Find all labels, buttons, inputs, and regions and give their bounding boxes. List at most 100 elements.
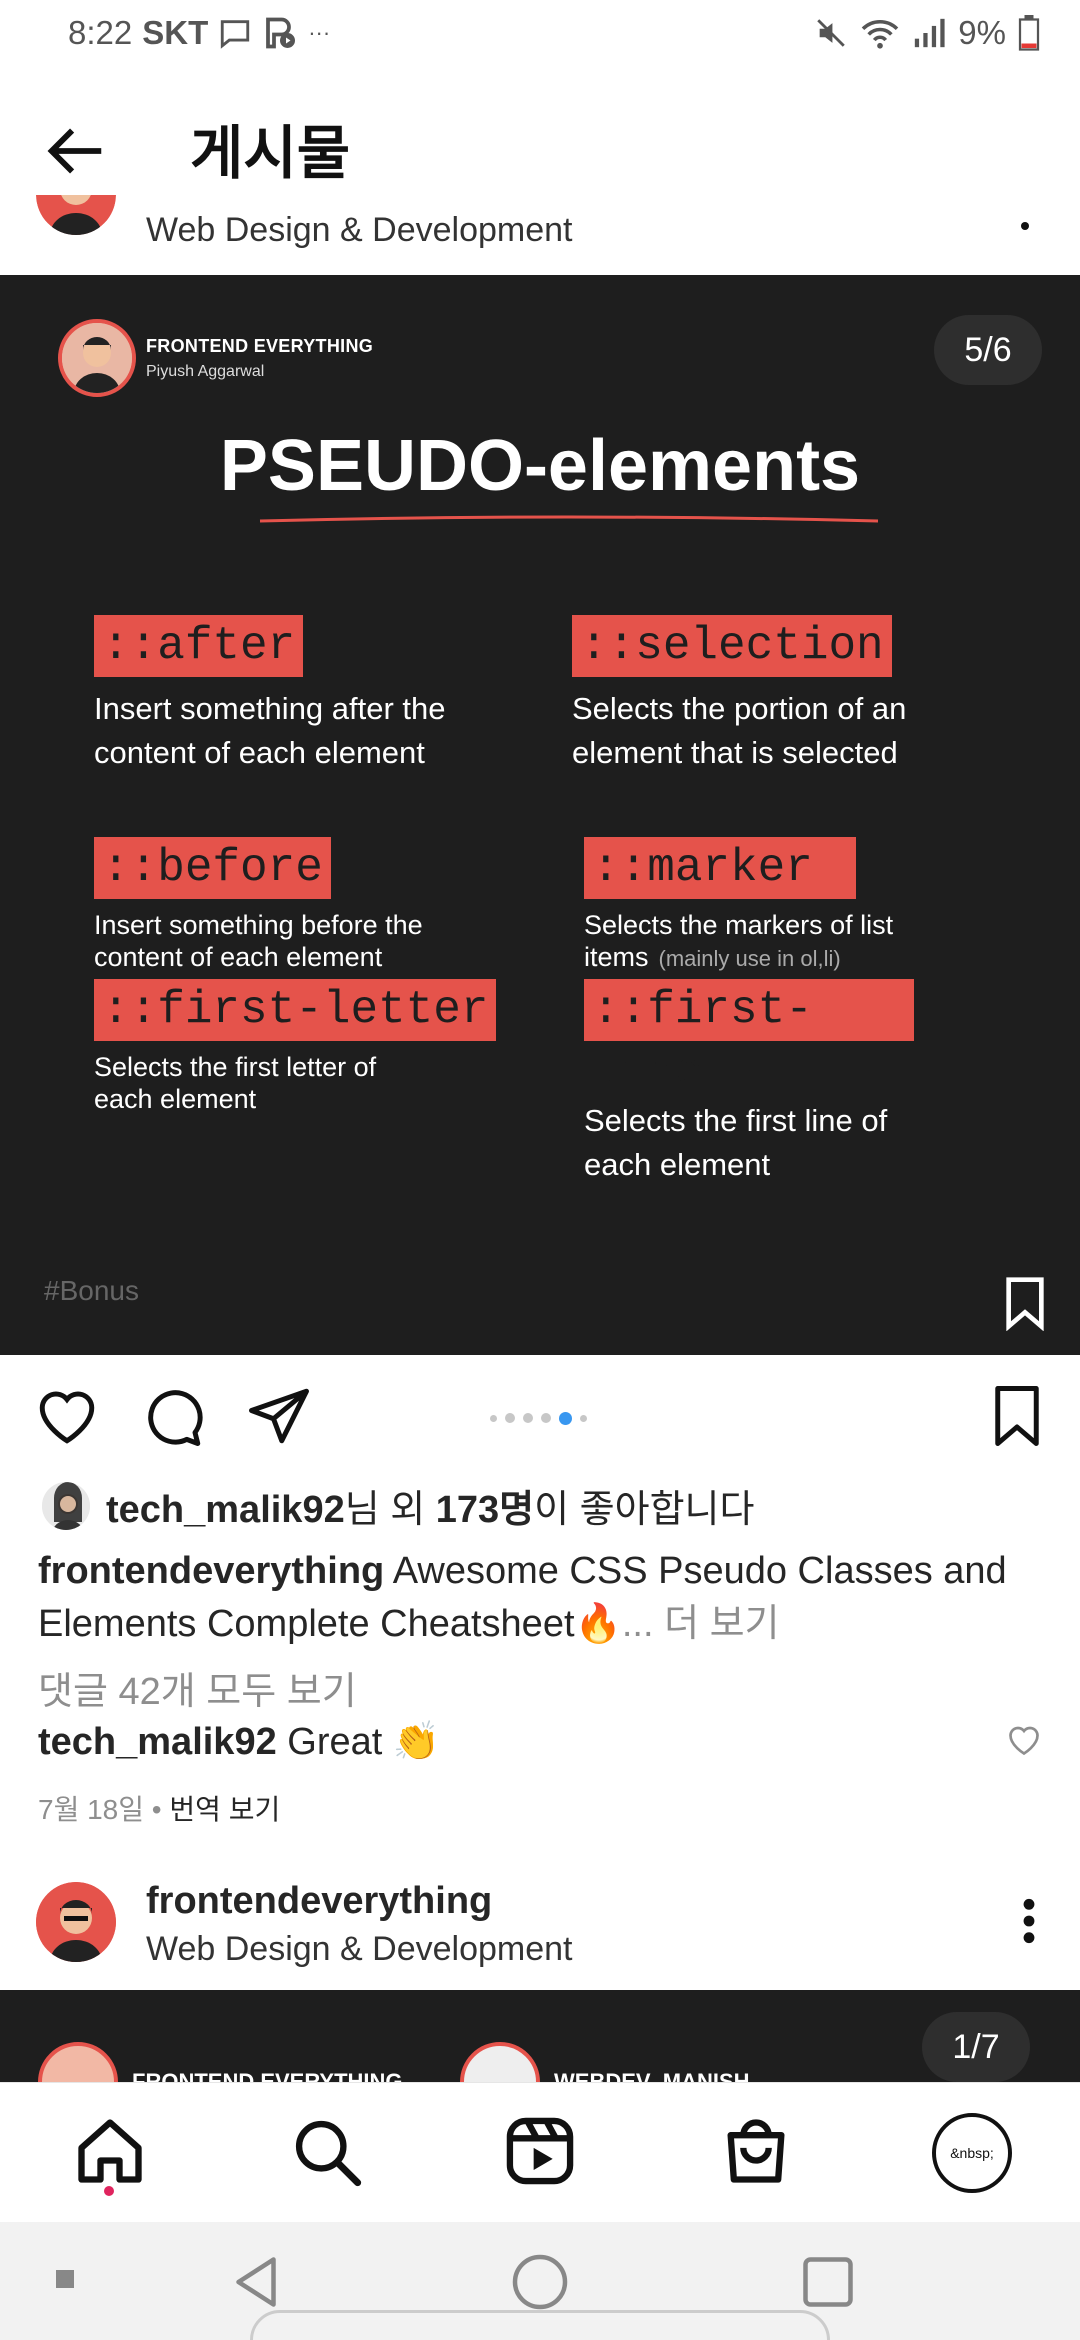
gesture-handle[interactable] — [250, 2310, 830, 2340]
save-bookmark-icon[interactable] — [984, 1383, 1050, 1449]
carousel-dot — [523, 1413, 533, 1423]
comment-text: Great 👏 — [276, 1721, 441, 1763]
bottom-nav: &nbsp; — [0, 2082, 1080, 2222]
brand-name: FRONTEND EVERYTHING — [146, 335, 374, 356]
post-caption: frontendeverything Awesome CSS Pseudo Cl… — [38, 1545, 1048, 1651]
pseudo-tag: ::before — [94, 837, 331, 899]
pseudo-desc: Selects the first line of each element — [584, 1103, 888, 1182]
pseudo-tag: ::first-letter — [94, 979, 497, 1041]
pseudo-item-marker: ::marker Selects the markers of list ite… — [584, 837, 984, 975]
profile-avatar[interactable]: &nbsp; — [932, 2113, 1012, 2193]
status-carrier: SKT — [142, 14, 209, 51]
post-date: 7월 18일 — [38, 1794, 145, 1825]
slide-brand: FRONTEND EVERYTHING Piyush Aggarwal — [58, 319, 373, 397]
carousel-dot — [580, 1415, 587, 1422]
post-carousel-image[interactable]: FRONTEND EVERYTHING Piyush Aggarwal 5/6 … — [0, 275, 1080, 1355]
caption-username[interactable]: frontendeverything — [38, 1550, 384, 1592]
next-brand-1: FRONTEND EVERYTHING — [38, 2042, 403, 2082]
system-home-icon[interactable] — [510, 2252, 570, 2317]
carousel-dot — [541, 1413, 551, 1423]
pseudo-desc: Insert something after the content of ea… — [94, 691, 446, 770]
carousel-dot — [505, 1413, 515, 1423]
meta-separator: • — [144, 1794, 170, 1825]
caption-more-link[interactable]: ... 더 보기 — [622, 1603, 780, 1645]
likes-count[interactable]: 173명 — [436, 1489, 534, 1531]
system-recents-icon[interactable] — [798, 2252, 858, 2317]
home-icon[interactable] — [72, 2113, 148, 2189]
search-icon[interactable] — [288, 2113, 364, 2189]
slide-bookmark-icon — [1000, 1275, 1050, 1332]
next-brand-2: WEBDEV_MANISH — [460, 2042, 750, 2082]
like-heart-icon[interactable] — [34, 1383, 100, 1449]
post-actions — [0, 1355, 1080, 1475]
see-translation-link[interactable]: 번역 보기 — [169, 1794, 280, 1825]
pseudo-item-after: ::after Insert something after the conte… — [94, 615, 534, 775]
view-all-comments-link[interactable]: 댓글 42개 모두 보기 — [38, 1660, 357, 1715]
app-header: 게시물 — [0, 66, 1080, 216]
brand-avatar — [460, 2042, 540, 2082]
home-notification-dot — [104, 2186, 114, 2196]
slide-title: PSEUDO-elements — [219, 426, 861, 506]
pseudo-tag: ::selection — [572, 615, 892, 677]
avatar[interactable] — [36, 195, 116, 235]
comment-icon[interactable] — [140, 1383, 206, 1449]
next-post-carousel-image[interactable]: FRONTEND EVERYTHING WEBDEV_MANISH 1/7 — [0, 1990, 1080, 2082]
next-post-username[interactable]: frontendeverything — [146, 1880, 492, 1923]
system-dot-icon — [56, 2270, 76, 2295]
liker-username[interactable]: tech_malik92 — [106, 1489, 345, 1531]
shop-icon[interactable] — [718, 2113, 794, 2189]
post-subtitle: Web Design & Development — [146, 211, 573, 249]
next-post-subtitle: Web Design & Development — [146, 1930, 573, 1968]
caption-emoji: 🔥 — [574, 1603, 622, 1645]
media-play-icon — [262, 15, 298, 51]
brand-avatar — [58, 319, 136, 397]
carousel-dots — [490, 1412, 587, 1425]
post-meta: 7월 18일 • 번역 보기 — [38, 1788, 280, 1828]
pseudo-note: (mainly use in ol,li) — [658, 946, 841, 971]
brand-author: Piyush Aggarwal — [146, 362, 265, 380]
next-brand-1-name: FRONTEND EVERYTHING — [132, 2069, 403, 2082]
pseudo-desc: Selects the portion of an element that i… — [572, 691, 907, 770]
comment-username[interactable]: tech_malik92 — [38, 1721, 277, 1763]
slide-counter: 5/6 — [934, 315, 1042, 385]
top-comment: tech_malik92 Great 👏 — [38, 1720, 440, 1764]
status-time: 8:22 — [68, 14, 133, 51]
pseudo-tag: ::first-line — [584, 979, 914, 1098]
carousel-dot — [490, 1415, 497, 1422]
reels-icon[interactable] — [502, 2113, 578, 2189]
status-more: ··· — [308, 20, 331, 45]
brand-avatar — [38, 2042, 118, 2082]
liker-avatar — [40, 1479, 92, 1532]
comment-like-heart-icon[interactable] — [1006, 1722, 1042, 1758]
pseudo-desc: Selects the first letter of each element — [94, 1052, 377, 1114]
page-title: 게시물 — [190, 121, 351, 186]
profile-label: &nbsp; — [950, 2145, 994, 2161]
pseudo-tag: ::after — [94, 615, 304, 677]
pseudo-tag: ::marker — [584, 837, 856, 899]
slide-hashtag: #Bonus — [44, 1275, 139, 1306]
likes-suffix: 이 좋아합니다 — [534, 1489, 755, 1531]
pseudo-item-selection: ::selection Selects the portion of an el… — [572, 615, 972, 775]
likes-summary[interactable]: tech_malik92님 외 173명이 좋아합니다 — [40, 1478, 754, 1533]
title-underline — [259, 515, 879, 523]
more-options-icon[interactable] — [1018, 1896, 1040, 1946]
system-navigation-bar — [0, 2222, 1080, 2340]
message-icon — [218, 16, 252, 50]
pseudo-item-first-line: ::first-line Selects the first line of e… — [584, 979, 914, 1187]
likes-mid: 님 외 — [344, 1489, 436, 1531]
avatar[interactable] — [36, 1882, 116, 1962]
share-send-icon[interactable] — [246, 1383, 312, 1449]
battery-icon — [1018, 15, 1040, 51]
more-options-icon[interactable] — [1018, 219, 1032, 233]
carousel-dot-active — [559, 1412, 572, 1425]
signal-icon — [912, 16, 946, 50]
next-brand-2-name: WEBDEV_MANISH — [554, 2069, 750, 2082]
slide-counter: 1/7 — [922, 2012, 1030, 2082]
pseudo-item-first-letter: ::first-letter Selects the first letter … — [94, 979, 514, 1115]
back-arrow-icon[interactable] — [40, 116, 110, 186]
battery-percent: 9% — [958, 14, 1006, 51]
post-header: Web Design & Development — [0, 195, 1080, 275]
wifi-icon — [860, 16, 900, 50]
system-back-icon[interactable] — [226, 2252, 286, 2317]
mute-icon — [814, 16, 848, 50]
